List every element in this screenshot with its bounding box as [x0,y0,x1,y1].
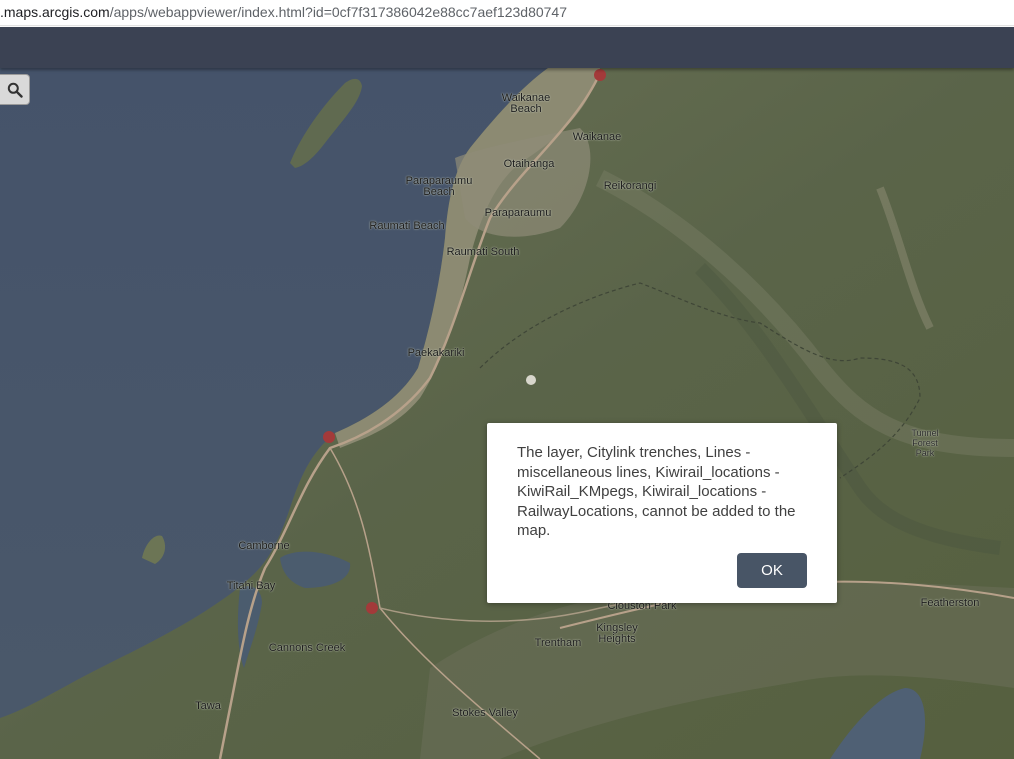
map-label-kingsley-heights: Kingsley Heights [596,622,638,645]
map-label-forest-park: Tunnel Forest Park [911,428,939,458]
app-header [0,27,1014,68]
map-label-featherston: Featherston [920,597,980,609]
map-basemap[interactable] [0,68,1014,759]
map-view[interactable]: Waikanae Beach Waikanae Otaihanga Parapa… [0,68,1014,759]
error-dialog: The layer, Citylink trenches, Lines - mi… [487,423,837,603]
map-search-button[interactable] [0,74,30,105]
url-text[interactable]: .maps.arcgis.com/apps/webappviewer/index… [0,2,567,22]
map-label-reikorangi: Reikorangi [603,180,657,192]
ok-button[interactable]: OK [737,553,807,588]
url-host: .maps.arcgis.com [0,4,110,20]
map-label-trentham: Trentham [534,637,582,649]
map-label-titahi-bay: Titahi Bay [226,580,276,592]
map-label-paekakariki: Paekakariki [407,347,465,359]
map-label-camborne: Camborne [238,540,290,552]
map-label-paraparaumu-beach: Paraparaumu Beach [405,175,473,198]
map-label-stokes-valley: Stokes Valley [452,707,518,719]
browser-url-bar[interactable]: .maps.arcgis.com/apps/webappviewer/index… [0,0,1014,26]
url-path: /apps/webappviewer/index.html?id=0cf7f31… [109,4,567,20]
map-label-raumati-beach: Raumati Beach [369,220,445,232]
map-label-waikanae-beach: Waikanae Beach [501,92,551,115]
map-label-otaihanga: Otaihanga [503,158,555,170]
map-label-paraparaumu: Paraparaumu [484,207,552,219]
map-label-cannons-creek: Cannons Creek [268,642,346,654]
map-label-waikanae: Waikanae [572,131,622,143]
map-label-raumati-south: Raumati South [446,246,520,258]
dialog-message: The layer, Citylink trenches, Lines - mi… [517,444,796,539]
map-label-tawa: Tawa [195,700,221,712]
search-icon [7,82,23,98]
